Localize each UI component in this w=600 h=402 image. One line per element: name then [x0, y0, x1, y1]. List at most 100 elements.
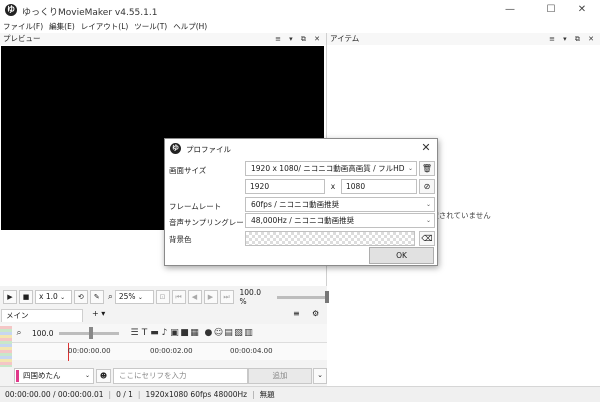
- layer-strip: [0, 326, 12, 370]
- speed-select[interactable]: x 1.0 ⌄: [35, 290, 72, 304]
- speaker-settings-button[interactable]: ☻: [96, 369, 111, 383]
- fit-button[interactable]: ⊡: [155, 290, 170, 304]
- next-frame-button[interactable]: ▶: [203, 290, 218, 304]
- dialog-title: プロファイル: [186, 145, 231, 154]
- app-logo-icon: ゆ: [5, 4, 17, 16]
- rotate-icon: ⟲: [77, 293, 84, 301]
- menu-edit[interactable]: 編集(E): [46, 20, 78, 33]
- close-window-button[interactable]: ✕: [564, 0, 600, 20]
- add-speech-label: 追加: [272, 371, 288, 380]
- sample-rate-select[interactable]: 48,000Hz / ニコニコ動画推奨 ⌄: [245, 213, 435, 228]
- preview-header: プレビュー ≡ ▾ ⧉ ✕: [0, 33, 326, 45]
- zoom-value: 25%: [118, 292, 136, 301]
- next-frame-icon: ▶: [207, 293, 214, 301]
- add-timeline-tab-button[interactable]: + ▾: [92, 309, 105, 318]
- item-pane-title: アイテム: [330, 34, 360, 43]
- width-input[interactable]: 1920: [245, 179, 325, 194]
- height-input[interactable]: 1080: [341, 179, 417, 194]
- zoom-slider[interactable]: [277, 290, 329, 303]
- speaker-select[interactable]: 四国めたん ⌄: [14, 368, 94, 384]
- timeline-zoom-value: 100.0: [32, 328, 54, 338]
- delete-preset-button[interactable]: 🗑: [419, 161, 435, 176]
- menu-bar: ファイル(F) 編集(E) レイアウト(L) ツール(T) ヘルプ(H): [0, 20, 600, 33]
- background-color-picker[interactable]: [245, 231, 415, 246]
- zoom-slider-thumb[interactable]: [325, 290, 329, 303]
- play-button[interactable]: ▶: [3, 290, 17, 304]
- height-value: 1080: [346, 182, 366, 191]
- speech-input[interactable]: ここにセリフを入力: [113, 368, 248, 384]
- dialog-logo-icon: ゆ: [170, 143, 181, 154]
- background-color-label: 背景色: [169, 235, 192, 244]
- item-pane-controls[interactable]: ≡ ▾ ⧉ ✕: [549, 33, 597, 45]
- frame-rate-select[interactable]: 60fps / ニコニコ動画推奨 ⌄: [245, 197, 435, 212]
- minimize-button[interactable]: —: [492, 0, 528, 20]
- screen-size-select[interactable]: 1920 x 1080/ ニコニコ動画高画質 / フルHD ⌄: [245, 161, 417, 176]
- add-effect-icon[interactable]: ▧: [233, 328, 243, 338]
- timeline-ruler[interactable]: 00:00:00.00 00:00:02.00 00:00:04.00: [12, 342, 327, 361]
- preview-pane-controls[interactable]: ≡ ▾ ⧉ ✕: [275, 33, 323, 45]
- add-audio-icon[interactable]: ♪: [159, 328, 169, 338]
- add-text-icon[interactable]: ☰: [129, 328, 139, 338]
- menu-help[interactable]: ヘルプ(H): [170, 20, 210, 33]
- size-separator: x: [330, 182, 336, 191]
- chevron-down-icon: ⌄: [84, 372, 90, 379]
- add-tachie-icon[interactable]: ▦: [189, 328, 199, 338]
- add-scene-icon[interactable]: ▤: [223, 328, 233, 338]
- clear-background-button[interactable]: ⌫: [419, 231, 435, 246]
- status-format: 1920x1080 60fps 48000Hz: [145, 390, 248, 399]
- timeline-settings-icon[interactable]: ⚙: [312, 309, 319, 318]
- add-video-icon[interactable]: ▬: [149, 328, 159, 338]
- title-bar: ゆ ゆっくりMovieMaker v4.55.1.1 — ☐ ✕: [0, 0, 600, 20]
- menu-layout[interactable]: レイアウト(L): [78, 20, 132, 33]
- chevron-down-icon: ⌄: [425, 217, 431, 224]
- status-frame: 0 / 1: [116, 390, 133, 399]
- stop-button[interactable]: ■: [19, 290, 33, 304]
- transport-bar: ▶ ■ x 1.0 ⌄ ⟲ ✎ ⌕ 25% ⌄ ⊡ ⏮ ◀ ▶ ⏭ 100.0 …: [0, 288, 329, 306]
- prohibited-icon: ⊘: [423, 182, 431, 191]
- trash-icon: 🗑: [421, 164, 433, 173]
- ruler-label: 00:00:00.00: [68, 347, 111, 355]
- timeline-menu-icon[interactable]: ≡: [293, 309, 300, 318]
- ok-label: OK: [396, 251, 407, 260]
- speaker-color-marker: [16, 370, 19, 382]
- screen-size-value: 1920 x 1080/ ニコニコ動画高画質 / フルHD: [251, 164, 405, 173]
- add-options-button[interactable]: ⌄: [313, 368, 327, 384]
- menu-file[interactable]: ファイル(F): [0, 20, 46, 33]
- stop-icon: ■: [22, 293, 30, 301]
- status-project-title: 無題: [259, 390, 275, 399]
- add-character-icon[interactable]: ●: [203, 328, 213, 338]
- rotate-button[interactable]: ⟲: [73, 290, 88, 304]
- profile-dialog: ゆ プロファイル ✕ 画面サイズ 1920 x 1080/ ニコニコ動画高画質 …: [164, 138, 438, 266]
- pen-tool-button[interactable]: ✎: [89, 290, 104, 304]
- add-text-item-icon[interactable]: T: [139, 328, 149, 338]
- chevron-down-icon: ⌄: [407, 165, 413, 172]
- prev-frame-button[interactable]: ◀: [187, 290, 202, 304]
- timeline-zoom-icon: ⌕: [16, 328, 22, 338]
- speaker-name: 四国めたん: [23, 371, 61, 380]
- window-title: ゆっくりMovieMaker v4.55.1.1: [22, 8, 158, 18]
- first-frame-button[interactable]: ⏮: [171, 290, 186, 304]
- item-header: アイテム ≡ ▾ ⧉ ✕: [327, 33, 600, 45]
- add-face-icon[interactable]: ☺: [213, 328, 223, 338]
- chevron-down-icon: ⌄: [425, 201, 431, 208]
- ruler-label: 00:00:02.00: [150, 347, 193, 355]
- reset-size-button[interactable]: ⊘: [419, 179, 435, 194]
- add-transition-icon[interactable]: ▥: [243, 328, 253, 338]
- speech-placeholder: ここにセリフを入力: [119, 371, 187, 380]
- zoom-select[interactable]: 25% ⌄: [114, 290, 154, 304]
- backspace-icon: ⌫: [421, 234, 433, 243]
- add-speech-button[interactable]: 追加: [248, 368, 312, 384]
- play-icon: ▶: [7, 293, 13, 301]
- timeline-zoom-thumb[interactable]: [89, 326, 94, 339]
- ok-button[interactable]: OK: [369, 247, 434, 264]
- add-shape-icon[interactable]: ■: [179, 328, 189, 338]
- dialog-close-button[interactable]: ✕: [419, 141, 433, 155]
- menu-tools[interactable]: ツール(T): [131, 20, 170, 33]
- add-image-icon[interactable]: ▣: [169, 328, 179, 338]
- tab-main[interactable]: メイン: [1, 309, 83, 322]
- timeline-zoom-slider[interactable]: [59, 326, 120, 339]
- last-frame-button[interactable]: ⏭: [219, 290, 234, 304]
- person-icon: ☻: [99, 372, 108, 380]
- preview-title: プレビュー: [3, 34, 41, 43]
- tab-main-label: メイン: [6, 311, 29, 320]
